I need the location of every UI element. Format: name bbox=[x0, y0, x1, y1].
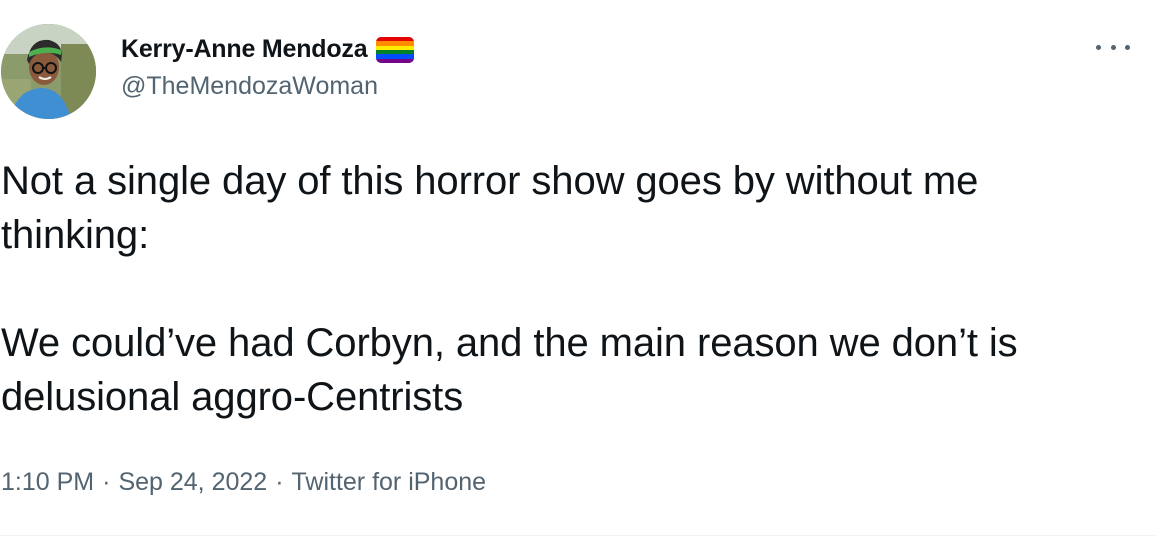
tweet-text: Not a single day of this horror show goe… bbox=[1, 159, 1018, 419]
meta-separator: · bbox=[102, 468, 111, 496]
user-handle[interactable]: @TheMendozaWoman bbox=[121, 72, 414, 101]
divider bbox=[0, 535, 1156, 536]
more-dot bbox=[1110, 44, 1116, 50]
name-row: Kerry-Anne Mendoza bbox=[121, 33, 415, 65]
avatar[interactable] bbox=[1, 24, 96, 119]
rainbow-flag-icon bbox=[376, 37, 415, 63]
more-options-icon[interactable] bbox=[1096, 40, 1130, 54]
more-dot bbox=[1125, 44, 1130, 50]
tweet-source[interactable]: Twitter for iPhone bbox=[292, 468, 487, 496]
avatar-photo bbox=[1, 24, 96, 119]
author-block: Kerry-Anne Mendoza @TheMendozaWoman bbox=[121, 33, 415, 101]
meta-separator: · bbox=[275, 468, 284, 496]
tweet-date[interactable]: Sep 24, 2022 bbox=[118, 468, 267, 496]
display-name[interactable]: Kerry-Anne Mendoza bbox=[121, 35, 368, 64]
tweet-time[interactable]: 1:10 PM bbox=[1, 468, 94, 496]
tweet: Kerry-Anne Mendoza @TheMendozaWoman Not … bbox=[0, 0, 1156, 546]
flag-stripe bbox=[376, 58, 415, 63]
tweet-metadata: 1:10 PM · Sep 24, 2022 · Twitter for iPhone bbox=[1, 468, 486, 497]
more-dot bbox=[1096, 44, 1101, 50]
